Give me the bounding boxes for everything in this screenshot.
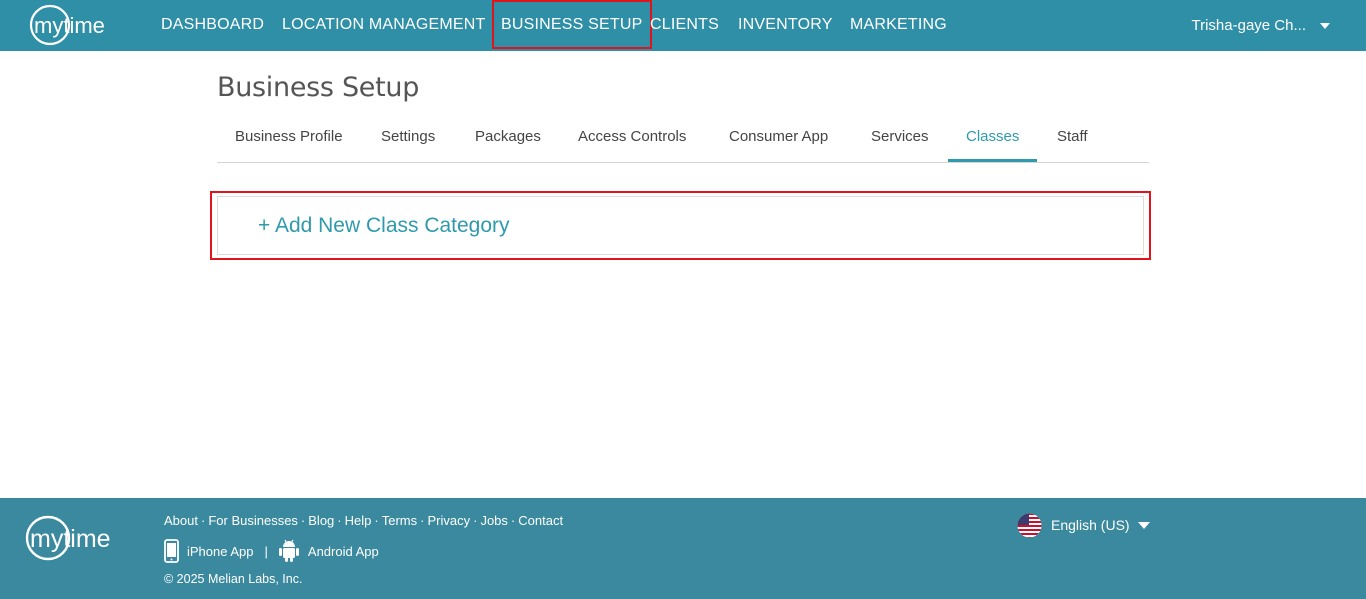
android-app-link[interactable]: Android App [278, 539, 379, 563]
add-new-class-category-button[interactable]: + Add New Class Category [258, 214, 510, 238]
logo-text: mytime [34, 13, 105, 38]
mytime-logo-icon: mytime [29, 4, 105, 45]
iphone-icon [164, 539, 179, 563]
android-app-label: Android App [307, 543, 379, 559]
tab-settings[interactable]: Settings [381, 117, 435, 162]
link-separator: · [374, 513, 379, 528]
mytime-logo-icon: mytime [25, 515, 111, 561]
footer-logo-text: mytime [30, 525, 111, 553]
link-separator: · [200, 513, 206, 528]
nav-clients[interactable]: CLIENTS [650, 0, 719, 51]
nav-location-management[interactable]: LOCATION MANAGEMENT [282, 0, 486, 51]
user-name: Trisha-gaye Ch... [1191, 17, 1307, 34]
add-class-category-highlight: + Add New Class Category [210, 191, 1151, 260]
footer-links: About · For Businesses · Blog · Help · Terms · Pri… [164, 513, 563, 528]
link-separator: · [337, 513, 342, 528]
copyright: © 2025 Melian Labs, Inc. [164, 572, 303, 586]
footer-link-contact[interactable]: Contact [518, 513, 563, 528]
tab-classes[interactable]: Classes [948, 117, 1038, 162]
language-selector[interactable]: English (US) [1017, 512, 1150, 538]
page-title: Business Setup [217, 72, 420, 103]
footer-link-about[interactable]: About [164, 513, 198, 528]
nav-marketing[interactable]: MARKETING [850, 0, 947, 51]
tab-access-controls[interactable]: Access Controls [578, 117, 686, 162]
caret-down-icon [1137, 521, 1150, 529]
add-class-category-panel: + Add New Class Category [217, 196, 1144, 255]
footer-link-terms[interactable]: Terms [382, 513, 417, 528]
app-separator: | [264, 543, 268, 559]
top-nav-bar: mytime DASHBOARD LOCATION MANAGEMENT BUS… [0, 0, 1366, 51]
app-links: iPhone App | Android App [164, 538, 379, 564]
tab-staff[interactable]: Staff [1057, 117, 1088, 162]
caret-down-icon [1320, 22, 1330, 29]
business-setup-tabs: Business Profile Settings Packages Acces… [217, 117, 1149, 163]
us-flag-icon [1017, 513, 1042, 537]
footer-link-help[interactable]: Help [345, 513, 372, 528]
link-separator: · [510, 513, 516, 528]
footer-link-privacy[interactable]: Privacy [427, 513, 470, 528]
android-icon [278, 539, 299, 562]
footer-link-jobs[interactable]: Jobs [480, 513, 507, 528]
link-separator: · [300, 513, 306, 528]
tab-packages[interactable]: Packages [475, 117, 541, 162]
tab-business-profile[interactable]: Business Profile [235, 117, 343, 162]
nav-inventory[interactable]: INVENTORY [738, 0, 833, 51]
user-menu[interactable]: Trisha-gaye Ch... [1191, 0, 1330, 51]
language-label: English (US) [1051, 517, 1130, 533]
tab-consumer-app[interactable]: Consumer App [729, 117, 828, 162]
footer-link-for-businesses[interactable]: For Businesses [208, 513, 298, 528]
footer-logo[interactable]: mytime [25, 514, 137, 567]
footer: mytime About · For Businesses · Blog · Help · Te… [0, 498, 1366, 599]
tab-services[interactable]: Services [871, 117, 929, 162]
nav-business-setup[interactable]: BUSINESS SETUP [492, 0, 652, 49]
link-separator: · [473, 513, 478, 528]
iphone-app-link[interactable]: iPhone App [164, 539, 254, 563]
mytime-logo[interactable]: mytime [29, 3, 131, 46]
nav-dashboard[interactable]: DASHBOARD [161, 0, 264, 51]
link-separator: · [420, 513, 425, 528]
footer-link-blog[interactable]: Blog [308, 513, 334, 528]
iphone-app-label: iPhone App [187, 543, 254, 559]
